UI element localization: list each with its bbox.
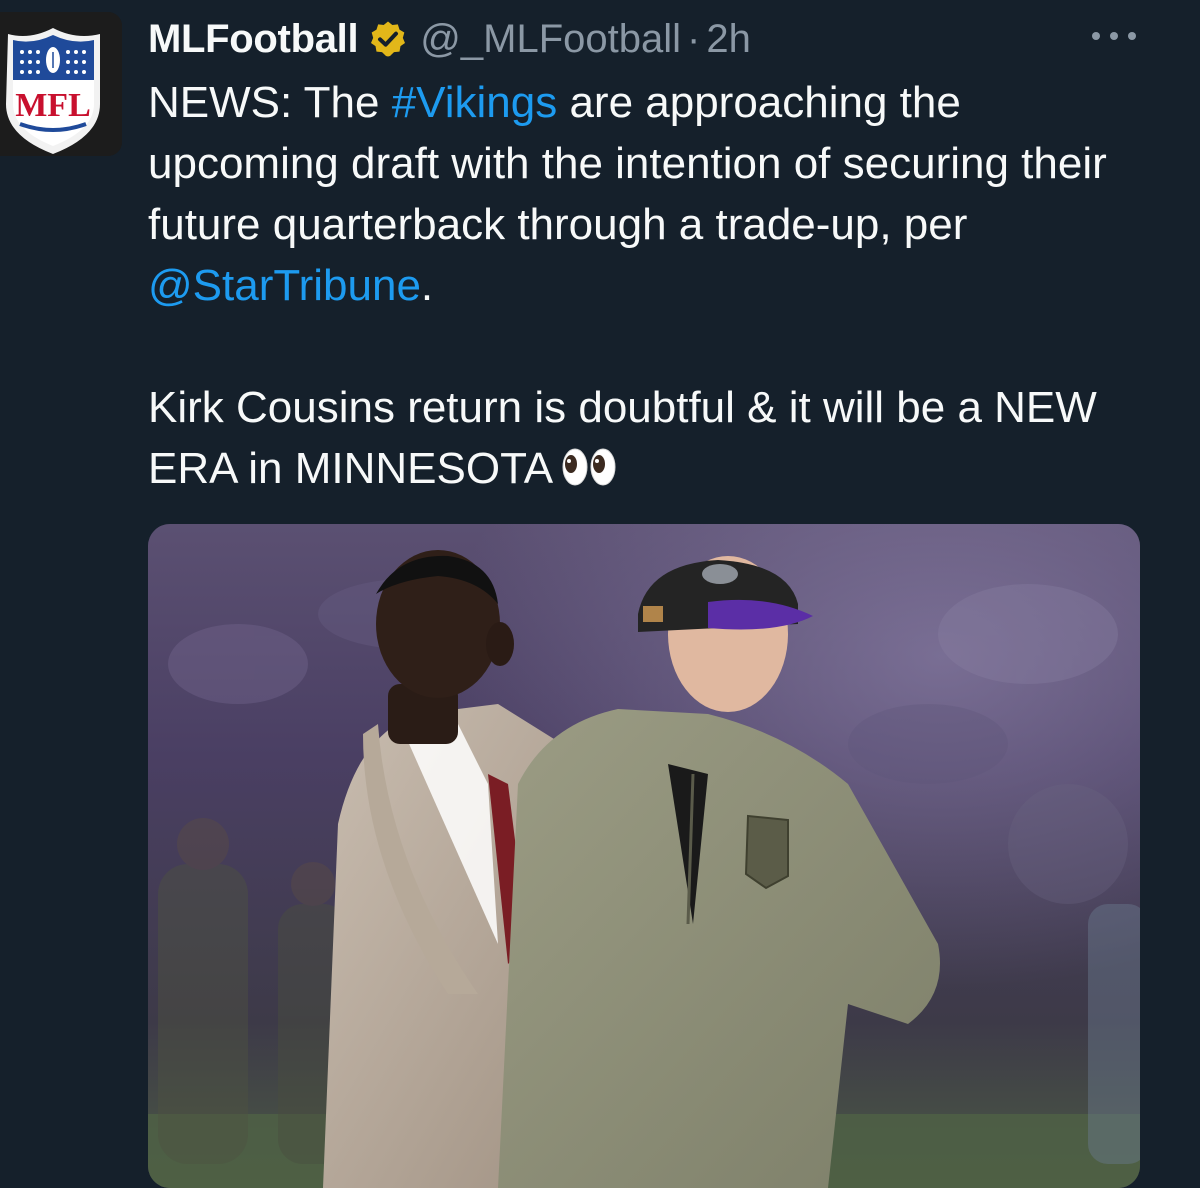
display-name[interactable]: MLFootball: [148, 17, 359, 62]
text-segment: NEWS: The: [148, 78, 392, 127]
hashtag-link[interactable]: #Vikings: [392, 78, 558, 127]
mention-link[interactable]: @StarTribune: [148, 261, 421, 310]
eyes-emoji-icon: [561, 442, 619, 503]
avatar[interactable]: MFL: [0, 12, 122, 156]
more-dot: [1110, 32, 1118, 40]
text-segment: .: [420, 261, 434, 310]
more-dot: [1128, 32, 1136, 40]
separator-dot: ·: [687, 16, 701, 61]
handle[interactable]: @_MLFootball: [420, 17, 681, 62]
more-options-icon[interactable]: [1092, 26, 1136, 46]
verified-badge-icon[interactable]: [368, 19, 408, 59]
tweet-paragraph-1: NEWS: The #Vikings are approaching the u…: [148, 72, 1148, 316]
timestamp[interactable]: 2h: [706, 17, 751, 62]
avatar-logo-text: MFL: [15, 87, 91, 124]
tweet[interactable]: MFL MLFootball @_MLFootball · 2h NEWS: T…: [0, 0, 1200, 1188]
tweet-media-photo[interactable]: [148, 524, 1140, 1188]
tweet-header: MLFootball @_MLFootball · 2h: [148, 14, 751, 64]
tweet-text: NEWS: The #Vikings are approaching the u…: [148, 72, 1148, 503]
tweet-paragraph-2: Kirk Cousins return is doubtful & it wil…: [148, 377, 1148, 503]
text-segment: Kirk Cousins return is doubtful & it wil…: [148, 383, 1097, 493]
more-dot: [1092, 32, 1100, 40]
